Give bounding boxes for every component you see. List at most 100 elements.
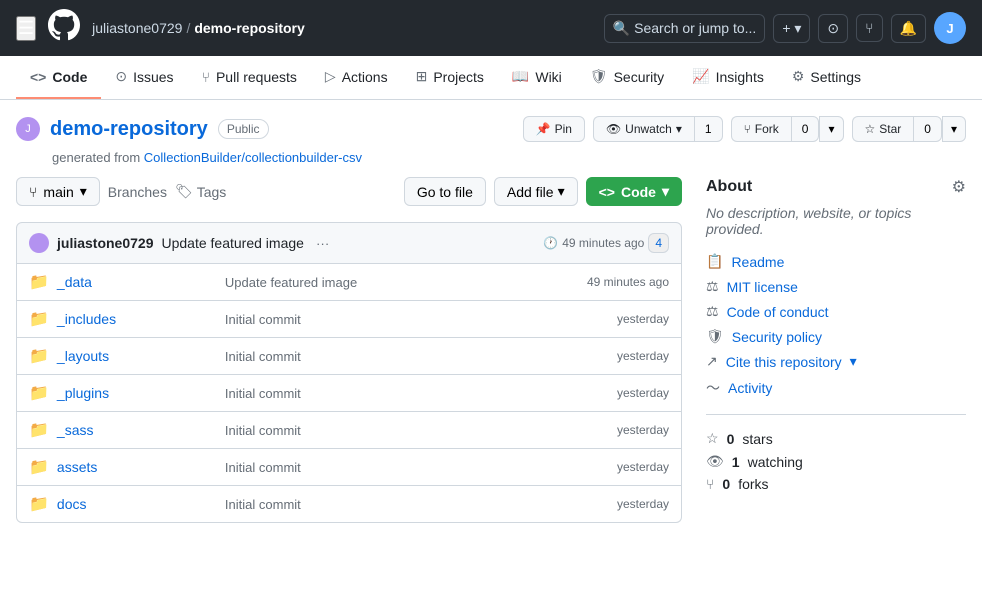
watching-count: 1 [732, 454, 740, 470]
clock-icon: 🕐 [543, 236, 558, 250]
readme-link[interactable]: 📋 Readme [706, 249, 966, 274]
tab-actions[interactable]: ▷ Actions [311, 56, 402, 99]
file-time: 49 minutes ago [587, 275, 669, 289]
file-name-link[interactable]: _layouts [57, 348, 217, 364]
security-policy-link[interactable]: 🛡 Security policy [706, 324, 966, 349]
tab-settings[interactable]: ⚙ Settings [778, 56, 875, 99]
branches-link[interactable]: Branches [108, 184, 167, 200]
star-label: Star [879, 122, 901, 136]
branch-name: main [43, 184, 73, 200]
pin-button[interactable]: 📌 Pin [523, 116, 585, 142]
file-name-link[interactable]: _data [57, 274, 217, 290]
file-section: ⑂ main ▾ Branches 🏷 Tags Go to file Add … [16, 177, 682, 523]
branch-caret-icon: ▾ [80, 183, 87, 200]
commit-ellipsis-button[interactable]: ··· [312, 234, 333, 253]
add-file-button[interactable]: Add file ▾ [494, 177, 578, 206]
watch-count[interactable]: 1 [694, 116, 723, 142]
actions-tab-icon: ▷ [325, 68, 336, 85]
file-time: yesterday [617, 312, 669, 326]
go-to-file-button[interactable]: Go to file [404, 177, 486, 206]
star-stat-icon: ☆ [706, 430, 719, 447]
fork-caret-button[interactable]: ▾ [819, 116, 843, 142]
fork-group: ⑂ Fork 0 ▾ [731, 116, 844, 142]
nav-separator: / [186, 20, 190, 36]
folder-icon: 📁 [29, 420, 49, 440]
tags-label: Tags [197, 184, 227, 200]
star-count[interactable]: 0 [913, 116, 942, 142]
watching-stat: 👁 1 watching [706, 450, 966, 473]
tab-wiki[interactable]: 📖 Wiki [498, 56, 576, 99]
code-caret-icon: ▾ [662, 183, 669, 200]
watch-caret-icon: ▾ [676, 122, 682, 136]
table-row: 📁 assets Initial commit yesterday [17, 449, 681, 486]
activity-icon: 〜 [706, 378, 720, 398]
issues-nav-button[interactable]: ⊙ [818, 14, 848, 43]
file-name-link[interactable]: docs [57, 496, 217, 512]
watch-icon: 👁 [606, 122, 621, 136]
cite-repo-link[interactable]: ↗ Cite this repository ▾ [706, 349, 966, 374]
commit-avatar [29, 233, 49, 253]
tab-issues[interactable]: ⊙ Issues [101, 56, 187, 99]
fork-count[interactable]: 0 [791, 116, 820, 142]
tags-link[interactable]: 🏷 Tags [175, 183, 226, 200]
code-of-conduct-link[interactable]: ⚖ Code of conduct [706, 299, 966, 324]
file-time: yesterday [617, 497, 669, 511]
commit-message: Update featured image [162, 235, 304, 251]
about-section: About ⚙ No description, website, or topi… [706, 177, 966, 495]
star-caret-button[interactable]: ▾ [942, 116, 966, 142]
code-button[interactable]: <> Code ▾ [586, 177, 682, 206]
mit-license-link[interactable]: ⚖ MIT license [706, 274, 966, 299]
plus-button[interactable]: + ▾ [773, 14, 810, 43]
pr-nav-button[interactable]: ⑂ [856, 14, 882, 42]
file-name-link[interactable]: _sass [57, 422, 217, 438]
branch-button[interactable]: ⑂ main ▾ [16, 177, 100, 206]
pr-tab-icon: ⑂ [202, 69, 210, 85]
top-nav-actions: 🔍 Search or jump to... + ▾ ⊙ ⑂ 🔔 J [604, 12, 966, 44]
table-row: 📁 _plugins Initial commit yesterday [17, 375, 681, 412]
tab-security-label: Security [614, 69, 665, 85]
commit-hash-button[interactable]: 4 [648, 233, 669, 253]
tab-projects[interactable]: ⊞ Projects [402, 56, 498, 99]
notifications-button[interactable]: 🔔 [891, 14, 926, 43]
search-button[interactable]: 🔍 Search or jump to... [604, 14, 766, 43]
avatar[interactable]: J [934, 12, 966, 44]
tab-insights[interactable]: 📈 Insights [678, 56, 778, 99]
file-commit-message: Update featured image [225, 275, 579, 290]
repo-tabs: <> Code ⊙ Issues ⑂ Pull requests ▷ Actio… [0, 56, 982, 100]
nav-owner[interactable]: juliastone0729 [92, 20, 182, 36]
file-name-link[interactable]: assets [57, 459, 217, 475]
file-name-link[interactable]: _includes [57, 311, 217, 327]
star-button[interactable]: ☆ Star [852, 116, 914, 142]
security-policy-label: Security policy [732, 329, 822, 345]
github-logo [48, 9, 80, 48]
code-of-conduct-label: Code of conduct [727, 304, 829, 320]
nav-repo[interactable]: demo-repository [194, 20, 304, 36]
tab-wiki-label: Wiki [535, 69, 561, 85]
mit-license-label: MIT license [727, 279, 798, 295]
fork-label: Fork [755, 122, 779, 136]
tab-pullrequests[interactable]: ⑂ Pull requests [188, 57, 311, 99]
tab-pr-label: Pull requests [216, 69, 297, 85]
tab-security[interactable]: 🛡 Security [576, 56, 678, 99]
commit-author[interactable]: juliastone0729 [57, 235, 154, 251]
watch-button[interactable]: 👁 Unwatch ▾ [593, 116, 694, 142]
repo-name[interactable]: demo-repository [50, 118, 208, 141]
folder-icon: 📁 [29, 346, 49, 366]
fork-button[interactable]: ⑂ Fork [731, 116, 791, 142]
folder-icon: 📁 [29, 272, 49, 292]
generated-from-link[interactable]: CollectionBuilder/collectionbuilder-csv [144, 150, 362, 165]
code-angle-icon: <> [599, 184, 615, 200]
activity-link[interactable]: 〜 Activity [706, 374, 966, 402]
file-name-link[interactable]: _plugins [57, 385, 217, 401]
hamburger-button[interactable]: ☰ [16, 16, 36, 41]
stars-label: stars [742, 431, 772, 447]
branches-label: Branches [108, 184, 167, 200]
repo-header-actions: 📌 Pin 👁 Unwatch ▾ 1 ⑂ Fork 0 ▾ ☆ Star 0 [523, 116, 966, 142]
sidebar-divider [706, 414, 966, 415]
insights-tab-icon: 📈 [692, 68, 709, 85]
tab-code[interactable]: <> Code [16, 57, 101, 99]
star-group: ☆ Star 0 ▾ [852, 116, 967, 142]
gear-icon[interactable]: ⚙ [952, 177, 966, 197]
cite-repo-label: Cite this repository [726, 354, 842, 370]
commit-time: 🕐 49 minutes ago 4 [543, 233, 669, 253]
